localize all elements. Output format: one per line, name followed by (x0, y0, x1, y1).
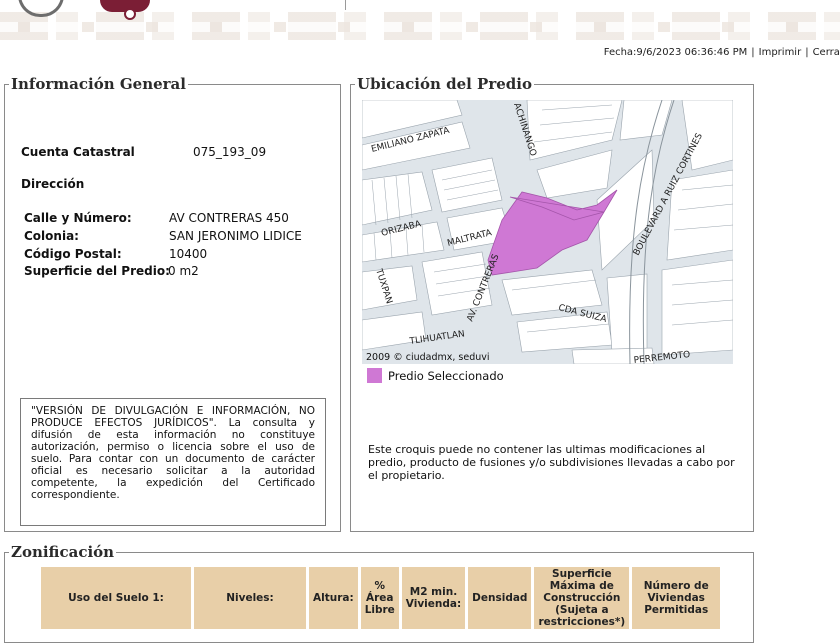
col-area-libre: % Área Libre (360, 567, 399, 629)
col-uso-suelo: Uso del Suelo 1: (41, 567, 191, 629)
map-credit: 2009 © ciudadmx, seduvi (366, 352, 490, 363)
zonificacion-table: Uso del Suelo 1: Niveles: Altura: % Área… (38, 567, 723, 629)
codigo-postal-value: 10400 (169, 247, 208, 261)
logo-dot (124, 8, 136, 20)
close-link[interactable]: Cerrar (813, 47, 840, 58)
predio-legend-swatch (367, 368, 382, 383)
cuenta-catastral-label: Cuenta Catastral (21, 145, 135, 159)
header-divider (345, 0, 346, 10)
superficie-value: 0 m2 (168, 264, 199, 278)
calle-label: Calle y Número: (24, 211, 132, 225)
disclaimer-box: "VERSIÓN DE DIVULGACIÓN E INFORMACIÓN, N… (20, 398, 326, 526)
col-densidad: Densidad (468, 567, 532, 629)
col-m2-min-vivienda: M2 min. Vivienda: (401, 567, 466, 629)
col-superficie-maxima: Superficie Máxima de Construcción (Sujet… (534, 567, 630, 629)
ubicacion-title: Ubicación del Predio (357, 75, 532, 93)
superficie-label: Superficie del Predio: (24, 264, 170, 278)
map-svg: EMILIANO ZAPATA ACHINANGO BOULEVARD A RU… (362, 100, 733, 364)
header-banner (0, 0, 840, 40)
colonia-value: SAN JERONIMO LIDICE (169, 229, 302, 243)
codigo-postal-label: Código Postal: (24, 247, 122, 261)
cuenta-catastral-value: 075_193_09 (193, 145, 267, 159)
print-link[interactable]: Imprimir (759, 47, 802, 58)
calle-value: AV CONTRERAS 450 (169, 211, 289, 225)
zonificacion-header-row: Uso del Suelo 1: Niveles: Altura: % Área… (41, 567, 721, 629)
col-numero-viviendas: Número de Viviendas Permitidas (632, 567, 721, 629)
info-general-title: Información General (11, 75, 186, 93)
fecha-text: Fecha:9/6/2023 06:36:46 PM (603, 47, 748, 58)
colonia-label: Colonia: (24, 229, 79, 243)
croquis-note: Este croquis puede no contener las ultim… (368, 443, 735, 482)
predio-legend-label: Predio Seleccionado (388, 369, 504, 383)
location-map[interactable]: EMILIANO ZAPATA ACHINANGO BOULEVARD A RU… (362, 100, 733, 364)
banner-pattern-detail (0, 22, 840, 32)
col-niveles: Niveles: (194, 567, 306, 629)
col-altura: Altura: (309, 567, 358, 629)
zonificacion-title: Zonificación (11, 543, 115, 561)
top-toolbar: Fecha:9/6/2023 06:36:46 PM | Imprimir | Cerr… (604, 47, 840, 58)
direccion-label: Dirección (21, 177, 85, 191)
